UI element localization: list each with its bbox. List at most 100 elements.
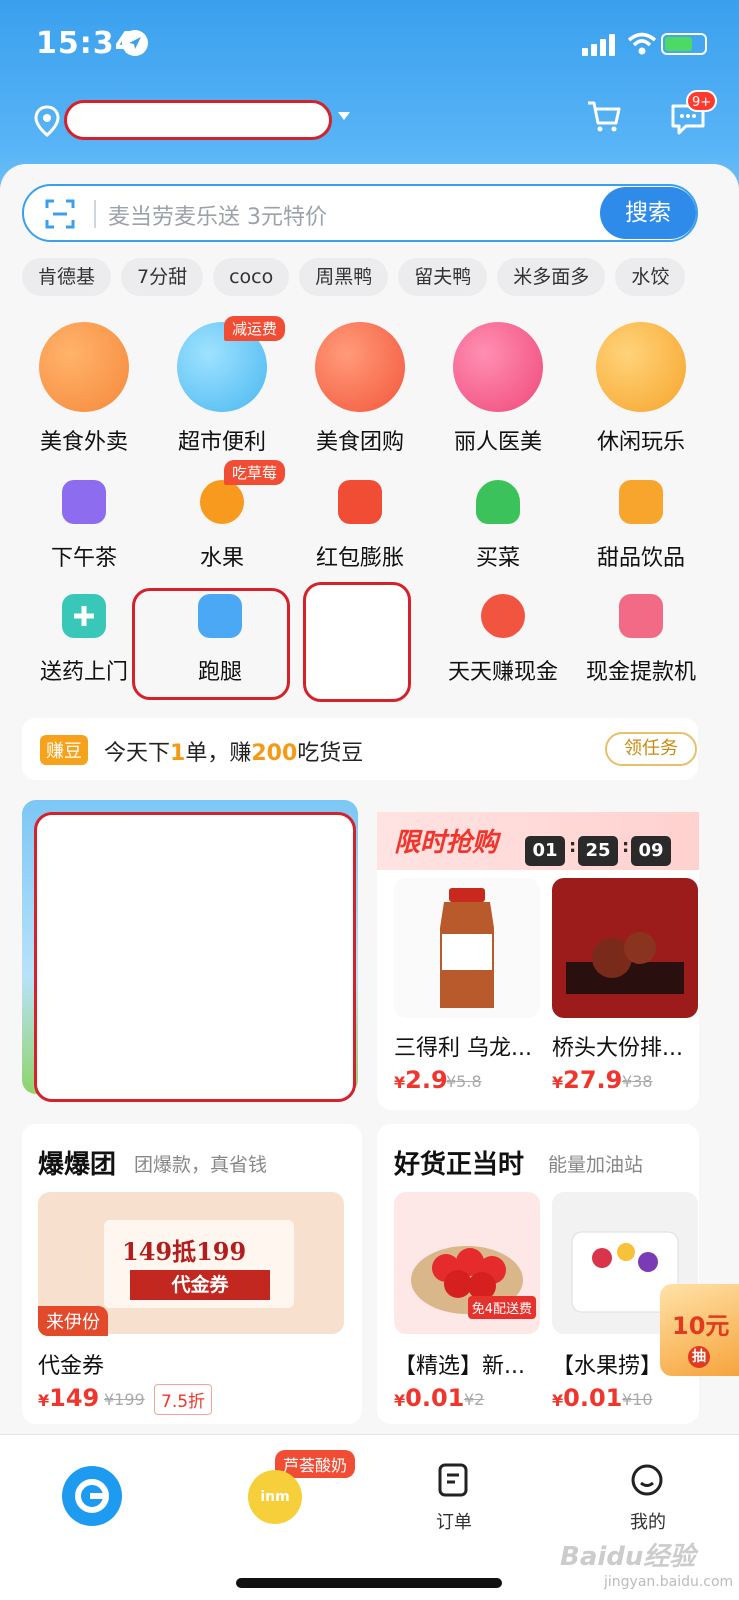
orange-icon [200, 480, 244, 524]
product-price: ¥0.01 [394, 1384, 465, 1412]
atm-icon [619, 594, 663, 638]
hot-word-chip[interactable]: 水饺 [615, 258, 686, 296]
location-pin-icon[interactable] [30, 104, 64, 138]
strawberry-tag: 吃草莓 [224, 460, 286, 485]
item-name[interactable]: 代金券 [38, 1348, 104, 1380]
coupon-image[interactable]: 149抵199 代金券 来伊份 [38, 1192, 344, 1336]
yuan-coin-icon [481, 594, 525, 638]
product-image-oolong[interactable] [394, 878, 540, 1018]
floating-coupon-action: 抽 [688, 1346, 710, 1368]
item-original-price: ¥199 [104, 1390, 145, 1409]
promo-tab-icon[interactable]: inm [248, 1470, 302, 1524]
product-image-strawberry[interactable]: 免4配送费 [394, 1192, 540, 1334]
cellular-signal-icon [582, 34, 615, 56]
baobao-title: 爆爆团 [38, 1150, 117, 1180]
redacted-category[interactable] [303, 582, 411, 702]
message-badge: 9+ [686, 90, 718, 112]
category-fruit[interactable]: 水果 吃草莓 [162, 460, 286, 572]
product-image-ribs[interactable] [552, 878, 698, 1018]
medical-kit-icon [62, 594, 106, 638]
category-red-packet[interactable]: 红包膨胀 [300, 480, 420, 572]
location-services-icon [122, 30, 148, 56]
broccoli-icon [476, 480, 520, 524]
category-medicine[interactable]: 送药上门 [24, 594, 144, 686]
search-input[interactable]: 麦当劳麦乐送 3元特价 [108, 199, 327, 231]
timer-colon: : [569, 836, 577, 857]
task-text: 今天下1单，赚200吃货豆 [104, 741, 364, 766]
redacted-promo[interactable] [34, 812, 356, 1102]
search-button[interactable]: 搜索 [600, 187, 696, 239]
coupon-amount: 149抵199 [122, 1237, 247, 1266]
leisure-icon [596, 322, 686, 412]
product-name[interactable]: 【精选】新... [394, 1348, 525, 1380]
floating-coupon-amount: 10元 [672, 1312, 730, 1340]
chevron-down-icon[interactable] [338, 112, 350, 120]
mine-tab-label[interactable]: 我的 [630, 1508, 666, 1534]
category-cash-withdraw[interactable]: 现金提款机 [576, 594, 706, 686]
coupon-word: 代金券 [130, 1270, 270, 1300]
category-earn-cash[interactable]: 天天赚现金 [438, 594, 568, 686]
search-divider [94, 200, 96, 228]
group-buy-icon [315, 322, 405, 412]
orders-icon[interactable] [436, 1462, 470, 1498]
product-name[interactable]: 三得利 乌龙... [394, 1030, 532, 1062]
timer-colon: : [622, 836, 630, 857]
product-name[interactable]: 【水果捞】 [552, 1348, 662, 1380]
food-delivery-icon [39, 322, 129, 412]
category-leisure[interactable]: 休闲玩乐 [576, 322, 706, 456]
hot-word-chip[interactable]: coco [213, 258, 290, 296]
baidu-watermark-site: jingyan.baidu.com [604, 1574, 734, 1590]
reduce-fee-tag: 减运费 [224, 316, 286, 341]
floating-lottery-coupon[interactable]: 10元 抽 [660, 1284, 739, 1376]
product-original-price: ¥2 [464, 1390, 485, 1409]
brand-tag: 来伊份 [38, 1306, 108, 1336]
status-bar: 15:34 [0, 0, 739, 90]
cart-icon[interactable] [586, 98, 622, 134]
item-price: ¥149 [38, 1384, 100, 1412]
hot-word-chip[interactable]: 7分甜 [121, 258, 204, 296]
hot-word-chip[interactable]: 肯德基 [22, 258, 112, 296]
orders-tab-label[interactable]: 订单 [436, 1508, 472, 1534]
category-beauty[interactable]: 丽人医美 [438, 322, 558, 456]
category-grocery[interactable]: 买菜 [438, 480, 558, 572]
product-original-price: ¥5.8 [446, 1072, 482, 1091]
hot-words: 肯德基 7分甜 coco 周黑鸭 留夫鸭 米多面多 水饺 [22, 258, 686, 296]
battery-icon [661, 33, 707, 55]
profile-icon[interactable] [630, 1462, 664, 1498]
good-goods-subtitle: 能量加油站 [548, 1154, 644, 1176]
beauty-icon [453, 322, 543, 412]
home-tab-icon[interactable] [62, 1466, 122, 1526]
product-original-price: ¥10 [622, 1390, 653, 1409]
wifi-icon [627, 32, 657, 55]
address-selector-redacted[interactable] [64, 100, 332, 140]
earn-beans-badge: 赚豆 [40, 735, 88, 765]
baobao-subtitle: 团爆款，真省钱 [134, 1154, 268, 1176]
product-price: ¥0.01 [552, 1384, 623, 1412]
product-original-price: ¥38 [622, 1072, 653, 1091]
red-packet-icon [338, 480, 382, 524]
product-price: ¥27.9 [552, 1066, 623, 1094]
highlight-box-errand [132, 588, 290, 700]
shipping-tag: 免4配送费 [467, 1296, 536, 1319]
good-goods-title: 好货正当时 [394, 1150, 525, 1180]
category-supermarket[interactable]: 超市便利 减运费 [162, 316, 286, 456]
claim-task-button[interactable]: 领任务 [605, 732, 697, 766]
cup-icon [62, 480, 106, 524]
category-food-delivery[interactable]: 美食外卖 [24, 322, 144, 456]
product-price: ¥2.9 [394, 1066, 448, 1094]
timer-seconds: 09 [631, 836, 671, 866]
baidu-watermark: Baidu经验 [560, 1542, 696, 1572]
home-indicator[interactable] [236, 1578, 502, 1588]
category-dessert-drinks[interactable]: 甜品饮品 [576, 480, 706, 572]
scan-icon[interactable] [44, 198, 76, 230]
flash-sale-title: 限时抢购 [394, 828, 499, 858]
timer-hours: 01 [525, 836, 565, 866]
hot-word-chip[interactable]: 留夫鸭 [398, 258, 488, 296]
hot-word-chip[interactable]: 米多面多 [497, 258, 606, 296]
hot-word-chip[interactable]: 周黑鸭 [299, 258, 389, 296]
drink-icon [619, 480, 663, 524]
timer-minutes: 25 [578, 836, 618, 866]
product-name[interactable]: 桥头大份排... [552, 1030, 683, 1062]
category-afternoon-tea[interactable]: 下午茶 [24, 480, 144, 572]
category-group-buy[interactable]: 美食团购 [300, 322, 420, 456]
